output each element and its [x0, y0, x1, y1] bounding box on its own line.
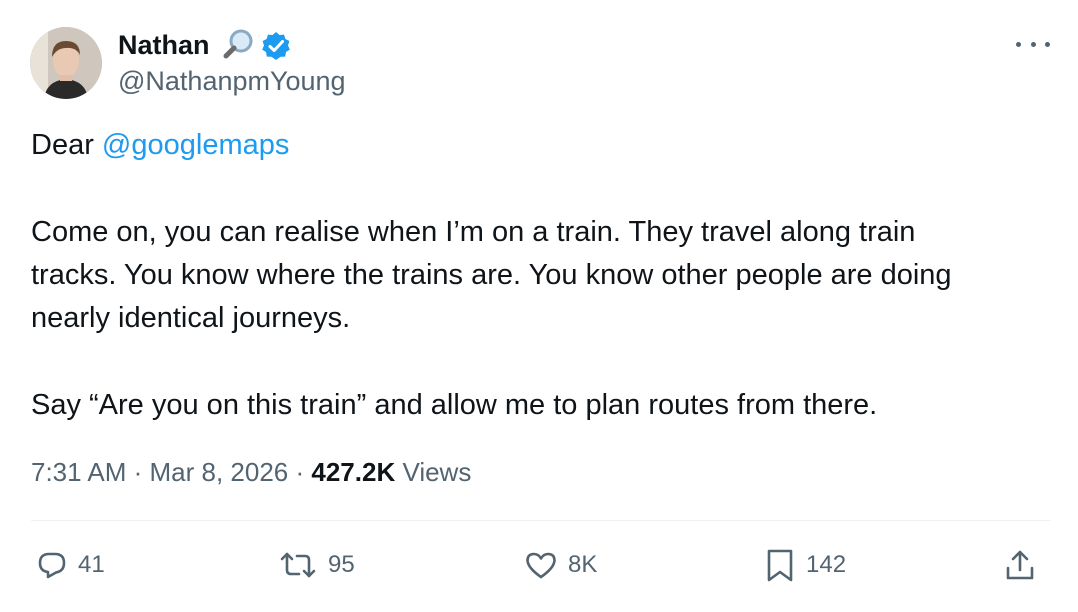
bookmark-button[interactable]: 142 [764, 545, 846, 585]
like-button[interactable]: 8K [524, 545, 597, 585]
tweet-text-line: Dear @googlemaps [31, 124, 1051, 167]
more-options-button[interactable] [1016, 32, 1050, 56]
repost-icon [280, 552, 316, 578]
author-name[interactable]: Nathan [118, 28, 210, 62]
tweet-text-line: Say “Are you on this train” and allow me… [31, 389, 878, 421]
repost-count: 95 [328, 551, 355, 578]
views-label: Views [395, 457, 472, 487]
share-icon [1006, 550, 1034, 580]
bookmark-icon [767, 549, 793, 582]
separator: · [126, 457, 150, 487]
like-count: 8K [568, 551, 598, 578]
bookmark-count: 142 [806, 551, 847, 578]
more-icon-dot [1030, 41, 1036, 47]
reply-count: 41 [78, 551, 105, 578]
tweet-date[interactable]: Mar 8, 2026 [150, 457, 289, 487]
divider [31, 520, 1051, 521]
more-icon-dot [1045, 41, 1050, 47]
views-count[interactable]: 427.2K [311, 457, 395, 487]
share-button[interactable] [1002, 545, 1038, 585]
greeting-text: Dear [31, 129, 102, 161]
magnifying-glass-icon [223, 29, 253, 59]
separator: · [288, 457, 312, 487]
author-handle[interactable]: @NathanpmYoung [118, 64, 346, 98]
tweet-card: Nathan @NathanpmYoung Dear @googlemaps C… [0, 0, 1078, 612]
reply-icon [38, 552, 66, 579]
tweet-text-line: Come on, you can realise when I’m on a t… [31, 216, 916, 248]
mention-link[interactable]: @googlemaps [102, 129, 289, 161]
avatar[interactable] [30, 27, 102, 99]
heart-icon [526, 552, 556, 579]
tweet-text-line: tracks. You know where the trains are. Y… [31, 259, 952, 291]
reply-button[interactable]: 41 [36, 545, 105, 585]
repost-button[interactable]: 95 [278, 545, 355, 585]
more-icon-dot [1016, 41, 1021, 47]
verified-badge-icon[interactable] [260, 30, 292, 62]
tweet-metadata: 7:31 AM · Mar 8, 2026 · 427.2K Views [31, 455, 471, 489]
tweet-time[interactable]: 7:31 AM [31, 457, 126, 487]
tweet-text-line: nearly identical journeys. [31, 302, 351, 334]
